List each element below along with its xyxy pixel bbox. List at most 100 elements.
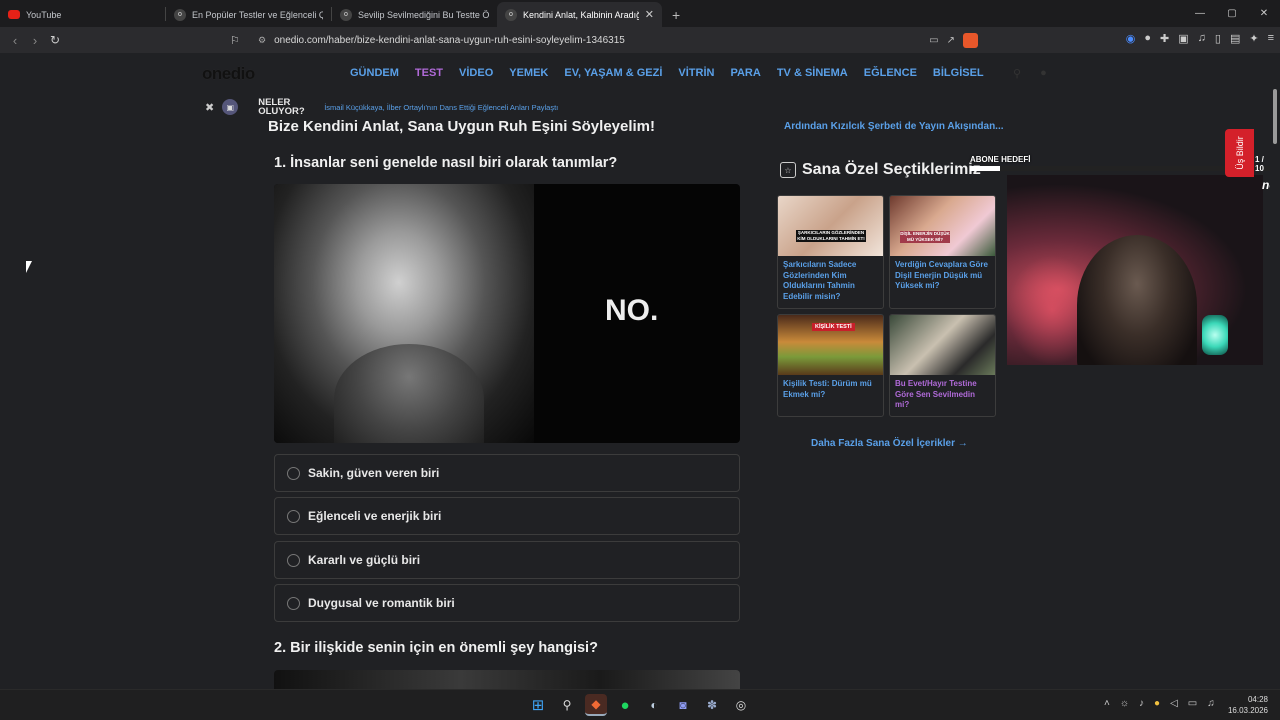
scrollbar-thumb[interactable] bbox=[1273, 89, 1277, 144]
display-icon[interactable]: ▭ bbox=[1188, 698, 1197, 709]
card-1-image: ŞARKICILARIN GÖZLERİNDEN KİM OLDUKLARINI… bbox=[778, 196, 883, 256]
recommend-card-3[interactable]: KİŞİLİK TESTİ Kişilik Testi: Dürüm mü Ek… bbox=[777, 314, 884, 417]
user-icon[interactable]: ● bbox=[1040, 67, 1047, 80]
wallet-icon[interactable]: ▤ bbox=[1230, 32, 1240, 45]
wifi-icon[interactable]: ◉ bbox=[1126, 32, 1136, 45]
answer-option-3[interactable]: Kararlı ve güçlü biri bbox=[274, 541, 740, 579]
tab-kendini-anlat[interactable]: o Kendini Anlat, Kalbinin Aradığı R ✕ bbox=[497, 2, 662, 27]
nav-yemek[interactable]: YEMEK bbox=[509, 67, 548, 79]
sound-icon[interactable]: ♫ bbox=[1207, 698, 1215, 709]
radio-icon[interactable] bbox=[287, 596, 300, 610]
card-2-caption: Verdiğin Cevaplara Göre Dişil Enerjin Dü… bbox=[895, 260, 988, 290]
search-icon[interactable]: ⚲ bbox=[1013, 67, 1021, 80]
windows-start-icon[interactable]: ⊞ bbox=[527, 694, 549, 716]
puzzle-icon[interactable]: ✚ bbox=[1160, 32, 1169, 45]
sidebar-top-link[interactable]: Ardından Kızılcık Şerbeti de Yayın Akışı… bbox=[784, 121, 1004, 132]
nav-gundem[interactable]: GÜNDEM bbox=[350, 67, 399, 79]
sidebar-icon[interactable]: ▯ bbox=[1215, 32, 1221, 45]
close-tab-icon[interactable]: ✕ bbox=[645, 8, 654, 21]
volume-icon[interactable]: ◁ bbox=[1170, 698, 1178, 709]
news-ticker-link[interactable]: İsmail Küçükkaya, İlber Ortaylı'nın Dans… bbox=[324, 103, 558, 112]
more-content-link[interactable]: Daha Fazla Sana Özel İçerikler → bbox=[811, 438, 968, 449]
forward-button[interactable]: › bbox=[25, 30, 45, 50]
picks-icon: ☆ bbox=[780, 162, 796, 178]
recommend-card-4[interactable]: Bu Evet/Hayır Testine Göre Sen Sevilmedi… bbox=[889, 314, 996, 417]
radio-icon[interactable] bbox=[287, 466, 300, 480]
spotify-icon[interactable]: ● bbox=[614, 694, 636, 716]
tab-title: Kendini Anlat, Kalbinin Aradığı R bbox=[523, 9, 639, 20]
tab-populer-testler[interactable]: o En Popüler Testler ve Eğlenceli Quizle… bbox=[166, 2, 331, 27]
answer-option-4[interactable]: Duygusal ve romantik biri bbox=[274, 584, 740, 622]
taskbar-search-icon[interactable]: ⚲ bbox=[556, 694, 578, 716]
card-3-caption: Kişilik Testi: Dürüm mü Ekmek mi? bbox=[783, 379, 872, 399]
site-info-icon[interactable]: ⚙ bbox=[258, 35, 266, 46]
speaker-icon[interactable]: ♪ bbox=[1139, 698, 1144, 709]
new-tab-button[interactable]: + bbox=[662, 2, 690, 27]
nav-ev-yasam-gezi[interactable]: EV, YAŞAM & GEZİ bbox=[564, 67, 662, 79]
nav-bilgisel[interactable]: BİLGİSEL bbox=[933, 67, 984, 79]
nav-test[interactable]: TEST bbox=[415, 67, 443, 79]
cyan-lamp bbox=[1202, 315, 1228, 355]
menu-icon[interactable]: ≡ bbox=[1268, 32, 1274, 45]
leo-ai-icon[interactable]: ✦ bbox=[1249, 32, 1258, 45]
screenshot-icon[interactable]: ▣ bbox=[1178, 32, 1188, 45]
neler-oluyor-title: NELER OLUYOR? bbox=[258, 98, 310, 117]
taskbar-clock[interactable]: 04:28 16.03.2026 bbox=[1224, 694, 1268, 716]
apps-icon[interactable]: ✖ bbox=[205, 101, 214, 114]
recommend-card-1[interactable]: ŞARKICILARIN GÖZLERİNDEN KİM OLDUKLARINI… bbox=[777, 195, 884, 309]
card-1-image-text: ŞARKICILARIN GÖZLERİNDEN KİM OLDUKLARINI… bbox=[796, 230, 866, 242]
card-3-image: KİŞİLİK TESTİ bbox=[778, 315, 883, 375]
tab-youtube[interactable]: YouTube bbox=[0, 2, 165, 27]
page-scrollbar[interactable] bbox=[1270, 53, 1280, 689]
answer-label: Kararlı ve güçlü biri bbox=[308, 553, 421, 567]
close-window-button[interactable]: ✕ bbox=[1248, 0, 1280, 27]
answer-option-2[interactable]: Eğlenceli ve enerjik biri bbox=[274, 497, 740, 535]
maximize-button[interactable]: ▢ bbox=[1216, 0, 1248, 27]
nav-para[interactable]: PARA bbox=[730, 67, 760, 79]
answer-option-1[interactable]: Sakin, güven veren biri bbox=[274, 454, 740, 492]
header-icons: ⚲ ● bbox=[1013, 67, 1047, 80]
share-icon[interactable]: ↗ bbox=[947, 35, 955, 46]
chevron-up-icon[interactable]: ˄ bbox=[1104, 698, 1110, 709]
obs-icon[interactable]: ◎ bbox=[730, 694, 752, 716]
webcam-overlay bbox=[1007, 175, 1263, 365]
card-4-caption: Bu Evet/Hayır Testine Göre Sen Sevilmedi… bbox=[895, 379, 977, 409]
subscriber-goal-counter: 1 / 10 bbox=[1255, 155, 1264, 173]
web-page: onedio GÜNDEM TEST VİDEO YEMEK EV, YAŞAM… bbox=[0, 53, 1270, 689]
nav-eglence[interactable]: EĞLENCE bbox=[864, 67, 917, 79]
app-icon[interactable]: ✽ bbox=[701, 694, 723, 716]
url-text[interactable]: onedio.com/haber/bize-kendini-anlat-sana… bbox=[274, 35, 625, 46]
tab-title: YouTube bbox=[26, 9, 62, 20]
report-tab[interactable]: Üş Bildir bbox=[1225, 129, 1254, 177]
brave-shields-icon[interactable] bbox=[963, 32, 978, 48]
microphone-icon[interactable]: ● bbox=[1154, 698, 1160, 709]
steam-icon[interactable]: ◐ bbox=[643, 694, 665, 716]
discord-icon[interactable]: ◙ bbox=[672, 694, 694, 716]
reload-button[interactable]: ↻ bbox=[45, 30, 65, 50]
music-icon[interactable]: ♫ bbox=[1198, 32, 1206, 45]
nav-vitrin[interactable]: VİTRİN bbox=[678, 67, 714, 79]
main-nav: GÜNDEM TEST VİDEO YEMEK EV, YAŞAM & GEZİ… bbox=[350, 67, 1000, 79]
brightness-icon[interactable]: ☼ bbox=[1120, 698, 1129, 709]
tab-title: Sevilip Sevilmediğini Bu Testte Öğren bbox=[358, 9, 489, 20]
back-button[interactable]: ‹ bbox=[5, 30, 25, 50]
address-bar[interactable]: ⚐ ⚙ onedio.com/haber/bize-kendini-anlat-… bbox=[230, 30, 978, 50]
radio-icon[interactable] bbox=[287, 509, 300, 523]
address-bar-actions: ▭ ↗ bbox=[929, 32, 978, 48]
card-2-image-text: DİŞİL ENERJİN DÜŞÜK MÜ YÜKSEK Mİ? bbox=[900, 231, 950, 243]
site-logo[interactable]: onedio bbox=[202, 64, 255, 84]
tab-sevilip-sevilmedigini[interactable]: o Sevilip Sevilmediğini Bu Testte Öğren bbox=[332, 2, 497, 27]
minimize-button[interactable]: — bbox=[1184, 0, 1216, 27]
radio-icon[interactable] bbox=[287, 553, 300, 567]
sana-ozel-header: ☆ Sana Özel Seçtiklerimiz bbox=[780, 161, 981, 179]
clock-time: 04:28 bbox=[1247, 695, 1268, 704]
streamer-person bbox=[1077, 235, 1197, 365]
recommend-card-2[interactable]: DİŞİL ENERJİN DÜŞÜK MÜ YÜKSEK Mİ? Verdiğ… bbox=[889, 195, 996, 309]
extension-icon[interactable]: ● bbox=[1144, 32, 1151, 45]
game-icon[interactable]: ▣ bbox=[222, 99, 239, 115]
bookmark-icon[interactable]: ⚐ bbox=[230, 34, 244, 47]
nav-tv-sinema[interactable]: TV & SİNEMA bbox=[777, 67, 848, 79]
cast-icon[interactable]: ▭ bbox=[929, 35, 938, 46]
brave-browser-icon[interactable]: ◆ bbox=[585, 694, 607, 716]
nav-video[interactable]: VİDEO bbox=[459, 67, 493, 79]
